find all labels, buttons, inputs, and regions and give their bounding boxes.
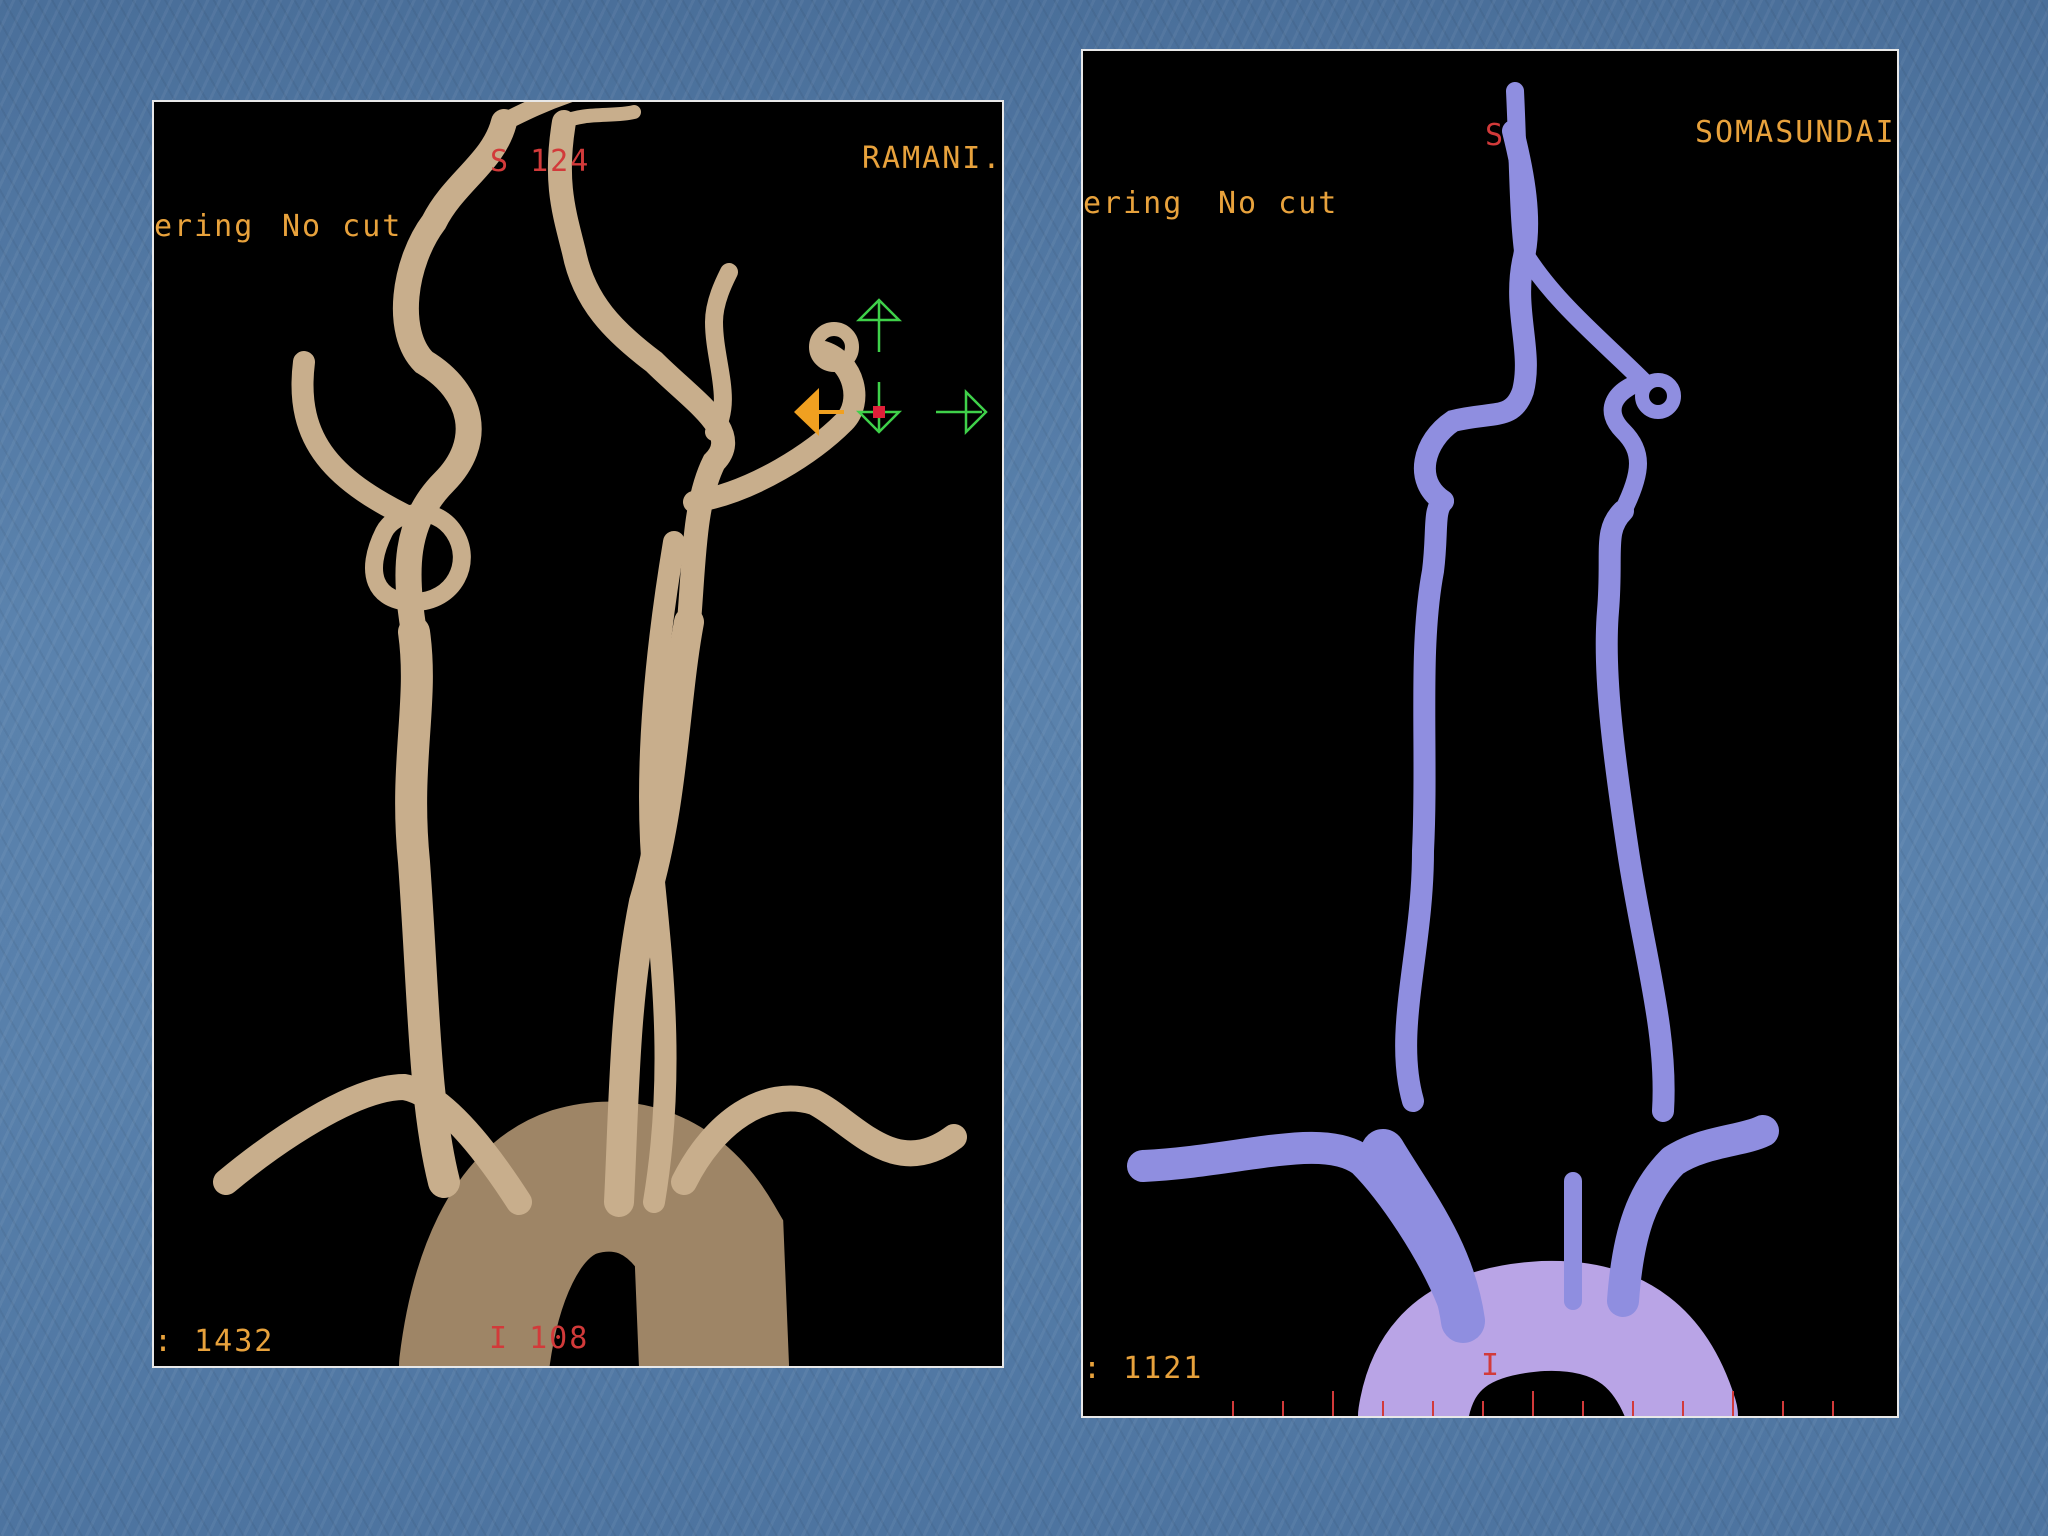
right-orientation-top: S	[1485, 118, 1506, 153]
left-vessel-rendering	[213, 102, 988, 1366]
left-window-value: : 1432	[154, 1324, 275, 1359]
left-orientation-top: S 124	[490, 144, 591, 179]
left-vessel-tree	[213, 102, 967, 1366]
left-patient-name: RAMANI.	[862, 141, 1003, 176]
left-render-mode: ering	[154, 209, 255, 244]
left-angiogram-panel: S 124 RAMANI. ering No cut : 1432 I 108	[152, 100, 1004, 1368]
right-window-value: : 1121	[1083, 1351, 1204, 1386]
right-cut-mode: No cut	[1218, 186, 1339, 221]
right-vessel-rendering	[1127, 82, 1834, 1416]
right-vessel-tree	[1127, 82, 1779, 1416]
right-patient-name: SOMASUNDAI	[1695, 115, 1896, 150]
right-render-mode: ering	[1083, 186, 1184, 221]
right-orientation-bottom: I	[1481, 1348, 1502, 1383]
right-angiogram-panel: S SOMASUNDAI ering No cut : 1121 I	[1081, 49, 1899, 1418]
bottom-tick-ruler	[1232, 1391, 1834, 1416]
left-cut-mode: No cut	[282, 209, 403, 244]
left-orientation-bottom: I 108	[489, 1321, 590, 1356]
